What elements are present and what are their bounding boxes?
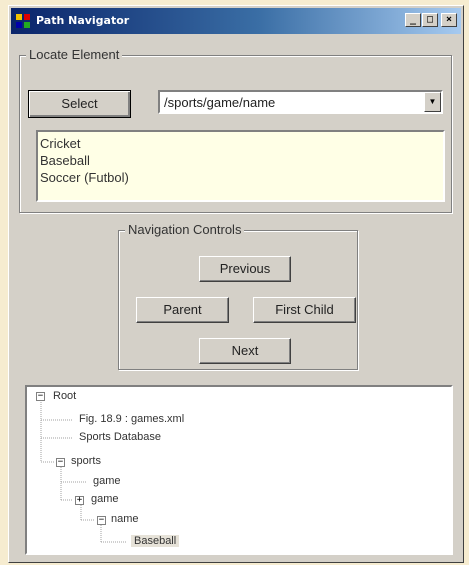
- tree-node-selected-value[interactable]: Baseball: [131, 535, 180, 547]
- path-combobox[interactable]: /sports/game/name ▼: [158, 90, 443, 114]
- results-list[interactable]: Cricket Baseball Soccer (Futbol): [36, 130, 445, 202]
- title-bar[interactable]: Path Navigator _ □ ×: [11, 8, 461, 34]
- tree-node-root[interactable]: Root: [53, 390, 76, 402]
- parent-button[interactable]: Parent: [136, 297, 229, 323]
- previous-button[interactable]: Previous: [199, 256, 291, 282]
- locate-element-label: Locate Element: [26, 47, 123, 62]
- expand-icon[interactable]: +: [75, 496, 84, 505]
- first-child-button[interactable]: First Child: [253, 297, 356, 323]
- collapse-icon[interactable]: −: [97, 516, 106, 525]
- tree-node-database-caption[interactable]: Sports Database: [79, 431, 161, 443]
- app-icon: [16, 14, 30, 28]
- minimize-button[interactable]: _: [405, 13, 421, 27]
- close-button[interactable]: ×: [441, 13, 457, 27]
- collapse-icon[interactable]: −: [36, 392, 45, 401]
- maximize-button[interactable]: □: [422, 13, 438, 27]
- list-item[interactable]: Cricket: [40, 135, 441, 152]
- navigation-controls-label: Navigation Controls: [125, 222, 245, 237]
- list-item[interactable]: Baseball: [40, 152, 441, 169]
- tree-node-game[interactable]: game: [93, 475, 121, 487]
- tree-node-name[interactable]: name: [111, 513, 139, 525]
- tree-node-file-caption[interactable]: Fig. 18.9 : games.xml: [79, 413, 184, 425]
- window-title: Path Navigator: [36, 14, 130, 27]
- collapse-icon[interactable]: −: [56, 458, 65, 467]
- path-value: /sports/game/name: [164, 95, 276, 110]
- select-button[interactable]: Select: [28, 90, 131, 118]
- xml-tree-view[interactable]: − Root Fig. 18.9 : games.xml Sports Data…: [25, 385, 453, 555]
- tree-node-sports[interactable]: sports: [71, 455, 101, 467]
- tree-node-game[interactable]: game: [91, 493, 119, 505]
- list-item[interactable]: Soccer (Futbol): [40, 169, 441, 186]
- next-button[interactable]: Next: [199, 338, 291, 364]
- dropdown-arrow-icon[interactable]: ▼: [424, 92, 441, 112]
